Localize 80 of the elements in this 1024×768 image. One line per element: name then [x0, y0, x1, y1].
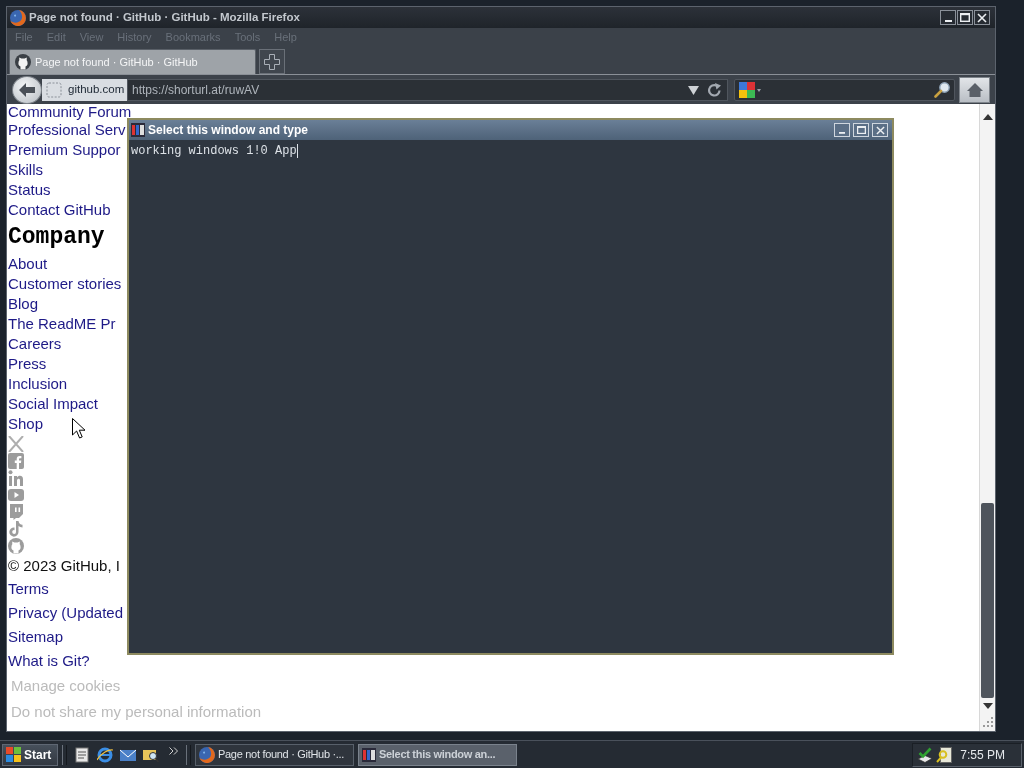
close-icon — [977, 12, 987, 23]
footer-link[interactable]: What is Git? — [8, 649, 90, 673]
footer-link[interactable]: The ReadME Pr — [8, 314, 116, 334]
home-icon — [966, 82, 983, 97]
close-icon — [875, 125, 885, 135]
footer-link[interactable]: Careers — [8, 334, 62, 354]
document-icon[interactable] — [74, 746, 90, 763]
down-triangle-icon — [982, 702, 993, 710]
address-field[interactable]: https://shorturl.at/ruwAV — [127, 78, 728, 101]
footer-link[interactable]: Privacy (Updated — [8, 601, 124, 625]
globe-icon — [10, 9, 26, 26]
back-arrow-icon — [19, 81, 35, 98]
cat-silhouette-icon[interactable] — [8, 538, 24, 554]
footer-link[interactable]: Inclusion — [8, 374, 68, 394]
resize-grip-icon[interactable] — [981, 717, 993, 727]
console-title: Select this window and type — [148, 122, 310, 139]
minimize-button[interactable] — [940, 10, 956, 25]
in-letters-icon[interactable] — [8, 470, 24, 486]
footer-link[interactable]: Professional Serv — [8, 120, 126, 140]
maximize-icon — [960, 13, 970, 22]
scroll-thumb[interactable] — [981, 503, 994, 698]
new-tab-button[interactable] — [259, 49, 285, 74]
play-icon[interactable] — [8, 487, 24, 503]
vertical-scrollbar[interactable] — [979, 104, 995, 731]
start-button[interactable]: Start — [2, 743, 58, 766]
minimize-icon — [944, 19, 952, 22]
maximize-icon — [856, 125, 866, 135]
footer-link[interactable]: Community Forum — [8, 104, 132, 120]
search-engine-icon[interactable] — [739, 81, 761, 98]
site-identity-button[interactable]: github.com — [42, 78, 127, 101]
section-heading: Company — [8, 223, 105, 252]
mouse-pointer-icon — [72, 418, 86, 439]
app-icon — [362, 747, 376, 762]
music-note-icon[interactable] — [8, 521, 24, 537]
up-triangle-icon — [982, 113, 993, 121]
footer-link[interactable]: Blog — [8, 294, 39, 314]
footer-link[interactable]: Press — [8, 354, 47, 374]
copyright-text: © 2023 GitHub, I — [8, 556, 120, 576]
task-title: Select this window an... — [379, 747, 496, 763]
plus-icon — [264, 53, 280, 70]
footer-link[interactable]: Terms — [8, 577, 49, 601]
footer-link[interactable]: Premium Suppor — [8, 140, 121, 160]
close-button[interactable] — [974, 10, 990, 25]
f-square-icon[interactable] — [8, 453, 24, 469]
search-icon[interactable] — [934, 81, 950, 98]
window-title: Page not found · GitHub · GitHub - Mozilla Firefox — [29, 9, 301, 25]
reload-icon[interactable] — [707, 82, 721, 97]
dropdown-icon — [688, 84, 699, 95]
footer-link[interactable]: Sitemap — [8, 625, 64, 649]
document-search-icon[interactable] — [936, 746, 952, 763]
clock-text: 7:55 PM — [960, 746, 1005, 764]
footer-link[interactable]: About — [8, 254, 48, 274]
task-title: Page not found · GitHub ·... — [218, 747, 345, 763]
flag-icon — [6, 747, 21, 762]
home-button[interactable] — [959, 76, 990, 103]
globe-icon — [199, 746, 215, 763]
taskbar-button[interactable]: Page not found · GitHub ·... — [195, 743, 354, 766]
tab-title: Page not found · GitHub · GitHub — [35, 54, 198, 70]
footer-link[interactable]: Social Impact — [8, 394, 99, 414]
e-globe-icon[interactable] — [97, 746, 113, 763]
footer-link[interactable]: Skills — [8, 160, 43, 180]
minimize-icon — [838, 131, 846, 134]
footer-link[interactable]: Shop — [8, 414, 44, 434]
cat-silhouette-icon — [15, 54, 31, 70]
footer-link[interactable]: Contact GitHub — [8, 200, 111, 220]
chevron-icon[interactable] — [169, 746, 178, 755]
back-button[interactable] — [12, 75, 42, 104]
maximize-button[interactable] — [957, 10, 973, 25]
app-icon — [131, 123, 145, 137]
dashed-square-icon — [46, 81, 62, 98]
chat-bubble-icon[interactable] — [8, 504, 24, 520]
footer-link[interactable]: Status — [8, 180, 51, 200]
url-text: https://shorturl.at/ruwAV — [132, 81, 261, 99]
taskbar-button[interactable]: Select this window an... — [358, 743, 517, 766]
text-cursor — [296, 144, 298, 158]
footer-link[interactable]: Customer stories — [8, 274, 122, 294]
site-name: github.com — [68, 81, 125, 97]
check-device-icon[interactable] — [917, 746, 933, 763]
search-field[interactable] — [734, 78, 955, 101]
typed-text: working windows 1!0 App — [131, 143, 297, 159]
